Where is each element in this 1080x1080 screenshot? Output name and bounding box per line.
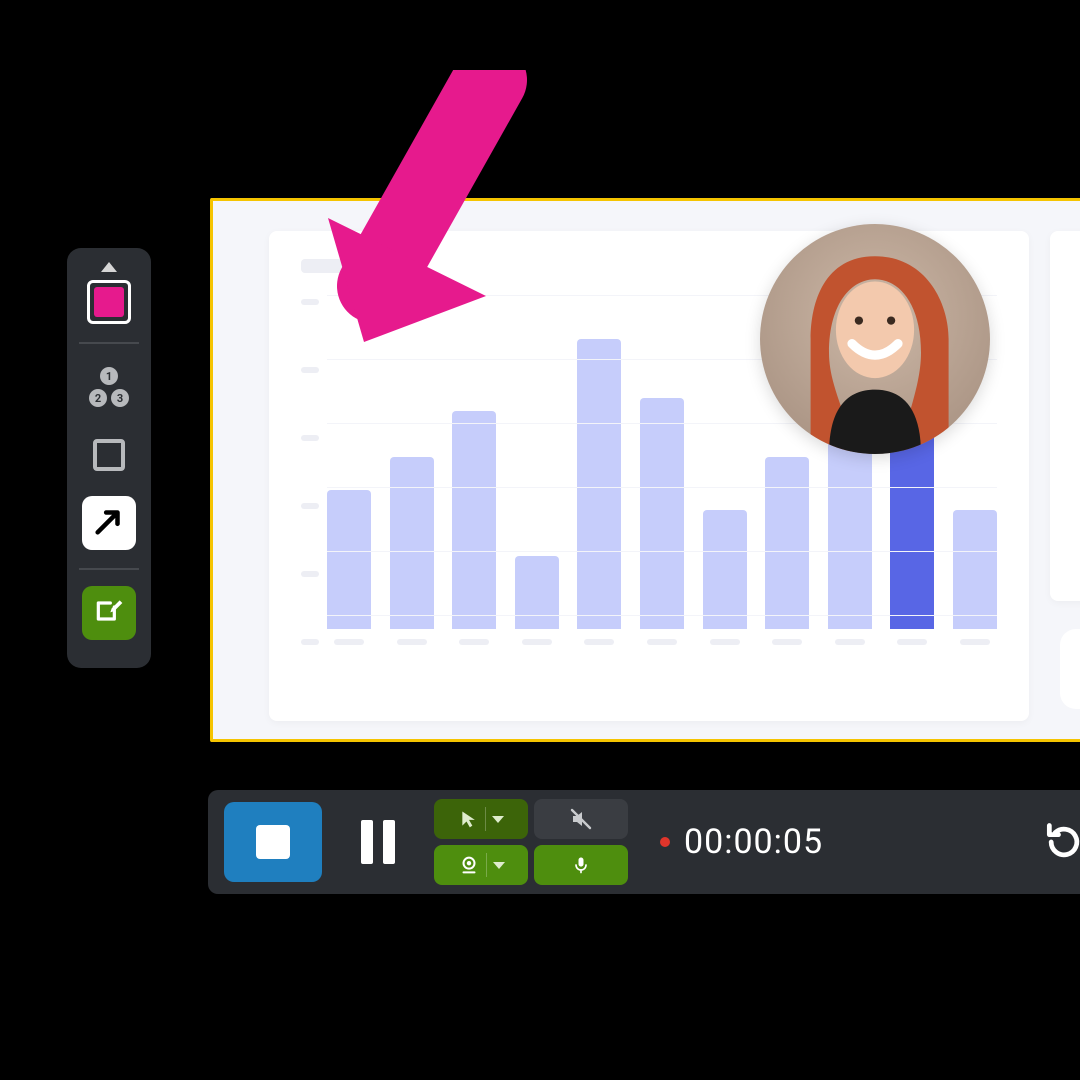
person-avatar-icon [760,224,990,454]
bar-value [703,510,747,629]
webcam-toggle-button[interactable] [434,845,528,885]
recording-toolbar: 00:00:05 [208,790,1080,894]
undo-icon [1042,820,1080,864]
mic-toggle-button[interactable] [534,845,628,885]
chart-bar [953,510,997,645]
x-tick [522,639,552,645]
bar-value [640,398,684,629]
webcam-overlay[interactable] [760,224,990,454]
color-picker-button[interactable] [87,280,131,324]
x-tick [334,639,364,645]
x-tick [710,639,740,645]
stop-button[interactable] [224,802,322,882]
arrow-icon [92,504,126,542]
x-tick [835,639,865,645]
recording-indicator-icon [660,837,670,847]
rectangle-icon [93,439,125,471]
chart-bar [640,398,684,645]
speaker-muted-icon [569,807,593,831]
rectangle-tool[interactable] [82,428,136,482]
pause-icon [361,820,395,864]
draw-tool[interactable] [82,586,136,640]
tertiary-card [1060,629,1080,709]
donut-chart-partial [1060,441,1080,551]
x-tick [584,639,614,645]
x-tick [960,639,990,645]
restart-button[interactable] [1036,814,1080,870]
arrow-tool[interactable] [82,496,136,550]
stop-icon [256,825,290,859]
cursor-effects-button[interactable] [434,799,528,839]
toolbar-divider [79,342,139,344]
x-tick [647,639,677,645]
chart-bar [390,457,434,645]
chart-bar [452,411,496,645]
bar-value [577,339,621,629]
chart-bar [828,431,872,645]
bar-value [828,431,872,629]
bar-value [390,457,434,629]
toolbar-divider [79,568,139,570]
chart-bar [515,556,559,645]
chevron-down-icon [493,862,505,869]
speaker-mute-button[interactable] [534,799,628,839]
bar-value [515,556,559,629]
num-1: 1 [100,367,118,385]
webcam-icon [458,854,480,876]
pause-button[interactable] [344,807,412,877]
effects-cluster [434,799,628,885]
timer-display: 00:00:05 [660,822,823,862]
bar-value [452,411,496,629]
color-swatch-icon [94,287,124,317]
num-2: 2 [89,389,107,407]
chevron-down-icon [492,816,504,823]
bar-value [765,457,809,629]
chart-bar [703,510,747,645]
pencil-square-icon [93,595,125,631]
x-tick [397,639,427,645]
chart-title-placeholder [301,259,421,273]
numbered-circles-icon: 1 2 3 [87,367,131,407]
chart-bar [577,339,621,645]
elapsed-time: 00:00:05 [684,822,823,862]
numbered-steps-tool[interactable]: 1 2 3 [82,360,136,414]
x-tick [897,639,927,645]
chart-bar [765,457,809,645]
cursor-icon [459,809,479,829]
x-tick [772,639,802,645]
chart-bar [327,490,371,645]
collapse-up-icon[interactable] [101,262,117,272]
bar-value [953,510,997,629]
x-tick [459,639,489,645]
annotation-toolbar: 1 2 3 [67,248,151,668]
bar-value [327,490,371,629]
mic-icon [571,855,591,875]
y-axis-ticks [301,295,327,665]
num-3: 3 [111,389,129,407]
